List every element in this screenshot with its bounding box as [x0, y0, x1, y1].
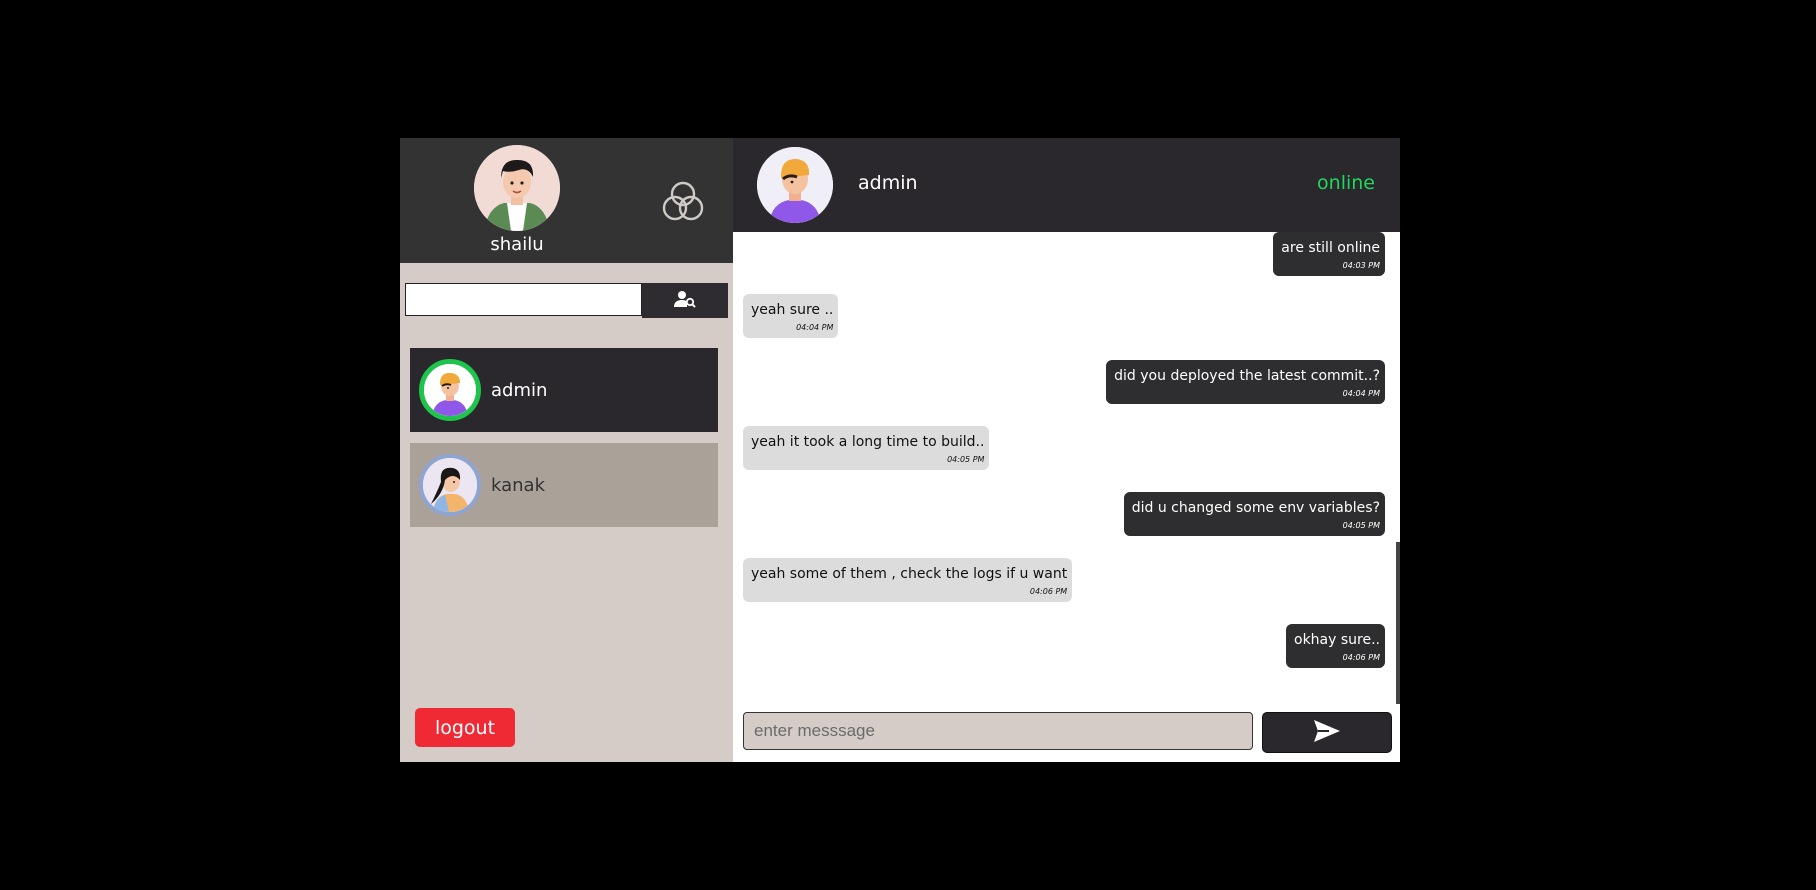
chat-header: admin online	[733, 138, 1400, 232]
message-time: 04:06 PM	[1342, 653, 1380, 662]
message-input[interactable]	[743, 712, 1253, 750]
message-scrollbar[interactable]	[1396, 542, 1400, 704]
message-sent: did u changed some env variables? 04:05 …	[1123, 492, 1385, 536]
message-composer	[743, 712, 1393, 753]
contact-name: admin	[491, 379, 548, 401]
admin-avatar-icon	[419, 359, 481, 421]
contact-item-admin[interactable]: admin	[410, 348, 718, 432]
message-text: okhay sure..	[1294, 632, 1380, 648]
profile-username: shailu	[490, 234, 544, 255]
message-list: are still online 04:03 PM yeah sure .. 0…	[733, 232, 1400, 704]
rings-icon[interactable]	[659, 178, 707, 226]
contact-search	[405, 283, 728, 318]
chat-contact-name: admin	[858, 172, 918, 194]
male-avatar-icon	[474, 145, 560, 231]
online-status: online	[1317, 172, 1375, 194]
message-time: 04:03 PM	[1342, 261, 1380, 270]
search-button[interactable]	[642, 283, 728, 318]
chat-panel: admin online are still online 04:03 PM y…	[733, 138, 1400, 762]
user-search-icon	[674, 290, 696, 312]
message-text: yeah some of them , check the logs if u …	[751, 566, 1068, 582]
profile-header: shailu	[400, 138, 733, 263]
send-icon	[1313, 719, 1341, 747]
message-text: yeah it took a long time to build..	[751, 434, 985, 450]
contact-item-kanak[interactable]: kanak	[410, 443, 718, 527]
female-avatar-icon	[419, 454, 481, 516]
message-text: did you deployed the latest commit..?	[1114, 368, 1380, 384]
message-time: 04:04 PM	[1342, 389, 1380, 398]
chat-app: shailu admin kanak logout admin online a…	[400, 138, 1400, 762]
message-received: yeah it took a long time to build.. 04:0…	[743, 426, 990, 470]
message-received: yeah some of them , check the logs if u …	[743, 558, 1073, 602]
message-time: 04:05 PM	[947, 455, 985, 464]
message-time: 04:06 PM	[1029, 587, 1068, 596]
message-sent: okhay sure.. 04:06 PM	[1286, 624, 1385, 668]
message-time: 04:04 PM	[796, 323, 834, 332]
message-text: are still online	[1281, 240, 1380, 256]
contact-name: kanak	[491, 474, 545, 496]
message-sent: are still online 04:03 PM	[1273, 232, 1385, 276]
message-text: did u changed some env variables?	[1131, 500, 1380, 516]
message-sent: did you deployed the latest commit..? 04…	[1106, 360, 1385, 404]
message-time: 04:05 PM	[1342, 521, 1380, 530]
message-text: yeah sure ..	[751, 302, 834, 318]
search-input[interactable]	[405, 283, 642, 316]
admin-avatar-icon	[757, 147, 833, 223]
message-received: yeah sure .. 04:04 PM	[743, 294, 839, 338]
sidebar: shailu admin kanak logout	[400, 138, 733, 762]
logout-button[interactable]: logout	[415, 708, 515, 747]
send-button[interactable]	[1262, 712, 1392, 753]
